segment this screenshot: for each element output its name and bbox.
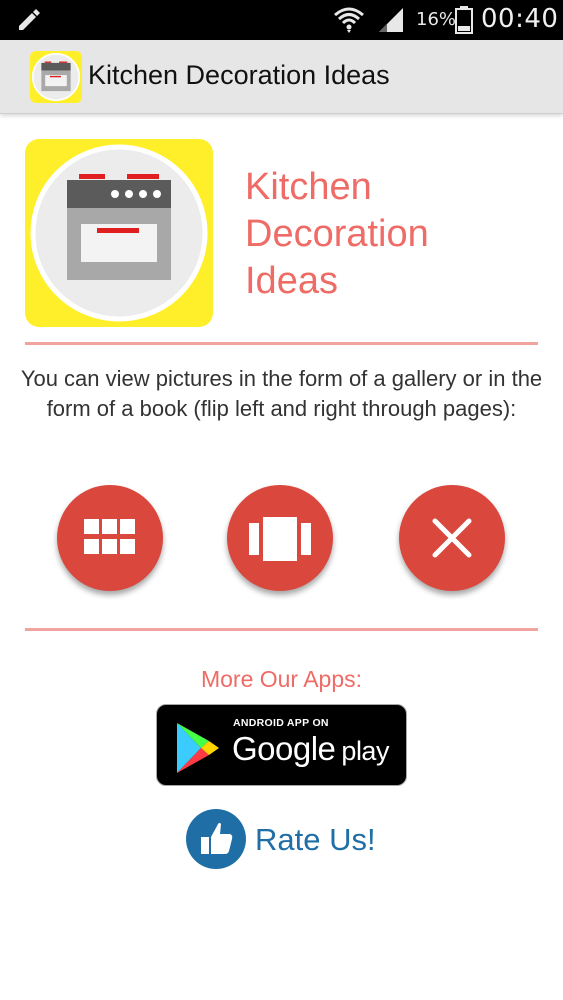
description-text: You can view pictures in the form of a g… bbox=[20, 366, 543, 421]
battery-icon bbox=[455, 6, 473, 38]
action-bar: Kitchen Decoration Ideas bbox=[0, 40, 563, 114]
badge-google-text: Google bbox=[232, 730, 336, 767]
exit-button[interactable] bbox=[399, 485, 505, 591]
wifi-icon bbox=[333, 6, 365, 38]
signal-icon bbox=[377, 8, 405, 38]
google-play-badge[interactable]: ANDROID APP ON Google play bbox=[156, 704, 407, 786]
gallery-button[interactable] bbox=[57, 485, 163, 591]
hero-title-line: Ideas bbox=[245, 260, 338, 302]
divider bbox=[25, 342, 538, 345]
status-bar: 16% 00:40 bbox=[0, 0, 563, 40]
book-button[interactable] bbox=[227, 485, 333, 591]
more-apps-label: More Our Apps: bbox=[200, 666, 363, 692]
hero-title: Kitchen Decoration Ideas bbox=[245, 164, 429, 305]
stove-icon bbox=[30, 51, 82, 103]
rate-us-link[interactable]: Rate Us! bbox=[255, 822, 376, 858]
badge-play-text: play bbox=[341, 736, 389, 766]
pencil-icon bbox=[16, 6, 42, 36]
book-pages-icon bbox=[249, 517, 311, 561]
hero-title-line: Kitchen bbox=[245, 166, 372, 208]
clock: 00:40 bbox=[481, 4, 559, 34]
grid-icon bbox=[84, 519, 135, 554]
close-icon bbox=[432, 518, 472, 558]
divider bbox=[25, 628, 538, 631]
badge-big-text: Google play bbox=[232, 730, 389, 768]
app-title: Kitchen Decoration Ideas bbox=[88, 60, 390, 90]
stove-icon bbox=[25, 139, 213, 327]
hero-title-line: Decoration bbox=[245, 213, 429, 255]
google-play-icon bbox=[177, 723, 219, 773]
badge-small-text: ANDROID APP ON bbox=[233, 717, 329, 729]
battery-percent: 16% bbox=[416, 9, 457, 30]
thumbs-up-icon[interactable] bbox=[186, 809, 246, 869]
